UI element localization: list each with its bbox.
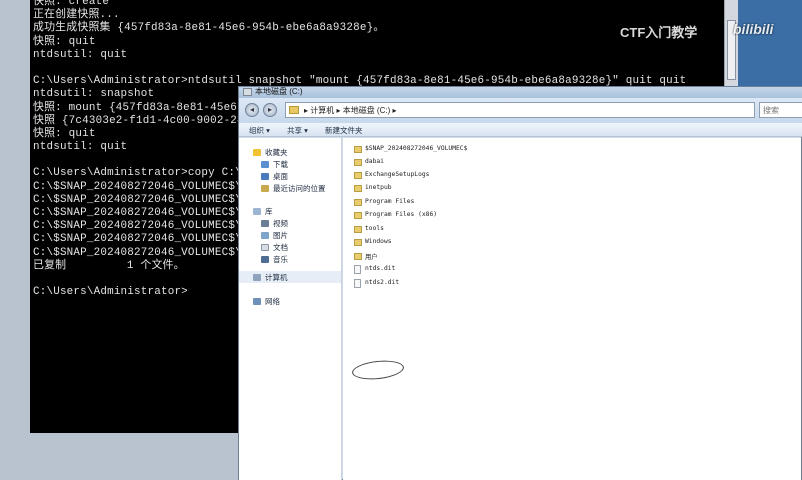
folder-icon — [354, 172, 362, 179]
desktop-icon — [261, 173, 269, 180]
share-button[interactable]: 共享 ▾ — [287, 125, 308, 136]
nav-pictures[interactable]: 图片 — [273, 230, 288, 241]
cmd-line — [33, 62, 724, 75]
file-icon — [354, 279, 361, 288]
drive-icon — [243, 88, 252, 96]
pictures-icon — [261, 232, 269, 239]
folder-icon — [354, 226, 362, 233]
file-name: inetpub — [365, 184, 392, 191]
computer-icon — [253, 274, 261, 281]
forward-button[interactable]: ▸ — [263, 103, 277, 117]
network-icon — [253, 298, 261, 305]
nav-libraries[interactable]: 库 — [265, 206, 273, 217]
file-name: Windows — [365, 238, 392, 245]
bilibili-logo: bilibili — [733, 21, 774, 37]
explorer-window: 本地磁盘 (C:) ◂ ▸ ▸ 计算机 ▸ 本地磁盘 (C:) ▸ 搜索 组织 … — [238, 86, 802, 480]
search-input[interactable]: 搜索 — [759, 102, 802, 118]
folder-icon — [354, 146, 362, 153]
organize-button[interactable]: 组织 ▾ — [249, 125, 270, 136]
nav-recent[interactable]: 最近访问的位置 — [273, 183, 326, 194]
folder-icon — [289, 106, 299, 114]
command-bar: 组织 ▾ 共享 ▾ 新建文件夹 — [239, 123, 802, 137]
file-name: Program Files (x86) — [365, 211, 438, 218]
file-name: Program Files — [365, 198, 415, 205]
nav-network[interactable]: 网络 — [265, 296, 280, 307]
recent-places-icon — [261, 185, 269, 192]
cmd-line: 正在创建快照... — [33, 9, 120, 22]
explorer-title: 本地磁盘 (C:) — [255, 87, 303, 96]
download-icon — [261, 161, 269, 168]
music-icon — [261, 256, 269, 263]
file-name: 用户 — [365, 254, 378, 261]
folder-icon — [354, 185, 362, 192]
file-list: $SNAP_202408272046_VOLUMEC$ dabai Exchan… — [343, 138, 801, 480]
file-name: tools — [365, 225, 384, 232]
file-icon — [354, 265, 361, 274]
nav-computer-row[interactable]: 计算机 — [239, 271, 341, 283]
nav-music[interactable]: 音乐 — [273, 254, 288, 265]
cmd-line: ntdsutil: quit — [33, 48, 128, 61]
watermark-text: CTF入门教学 — [620, 25, 698, 40]
navigation-pane: 收藏夹 下载 桌面 最近访问的位置 库 视频 图片 文档 音乐 计算机 网络 — [239, 138, 342, 480]
folder-icon — [354, 212, 362, 219]
library-icon — [253, 208, 261, 215]
address-path: ▸ 计算机 ▸ 本地磁盘 (C:) ▸ — [304, 106, 397, 115]
file-name: ntds2.dit — [365, 279, 400, 286]
nav-downloads[interactable]: 下载 — [273, 159, 288, 170]
folder-icon — [354, 239, 362, 246]
nav-desktop[interactable]: 桌面 — [273, 171, 288, 182]
address-bar[interactable]: ▸ 计算机 ▸ 本地磁盘 (C:) ▸ — [285, 102, 755, 118]
back-button[interactable]: ◂ — [245, 103, 259, 117]
search-placeholder: 搜索 — [763, 106, 779, 115]
folder-icon — [354, 159, 362, 166]
documents-icon — [261, 244, 269, 251]
nav-favorites[interactable]: 收藏夹 — [265, 147, 288, 158]
nav-documents[interactable]: 文档 — [273, 242, 288, 253]
file-name: dabai — [365, 158, 384, 165]
folder-icon — [354, 253, 362, 260]
video-icon — [261, 220, 269, 227]
folder-icon — [354, 199, 362, 206]
new-folder-button[interactable]: 新建文件夹 — [325, 125, 363, 136]
file-name: $SNAP_202408272046_VOLUMEC$ — [365, 145, 468, 152]
address-row: ◂ ▸ ▸ 计算机 ▸ 本地磁盘 (C:) ▸ 搜索 — [239, 98, 802, 123]
file-name: ExchangeSetupLogs — [365, 171, 430, 178]
nav-computer[interactable]: 计算机 — [265, 272, 288, 283]
star-icon — [253, 149, 261, 156]
explorer-titlebar[interactable]: 本地磁盘 (C:) — [239, 87, 802, 98]
cmd-line: 快照: create — [33, 0, 110, 8]
file-name: ntds.dit — [365, 265, 396, 272]
nav-videos[interactable]: 视频 — [273, 218, 288, 229]
